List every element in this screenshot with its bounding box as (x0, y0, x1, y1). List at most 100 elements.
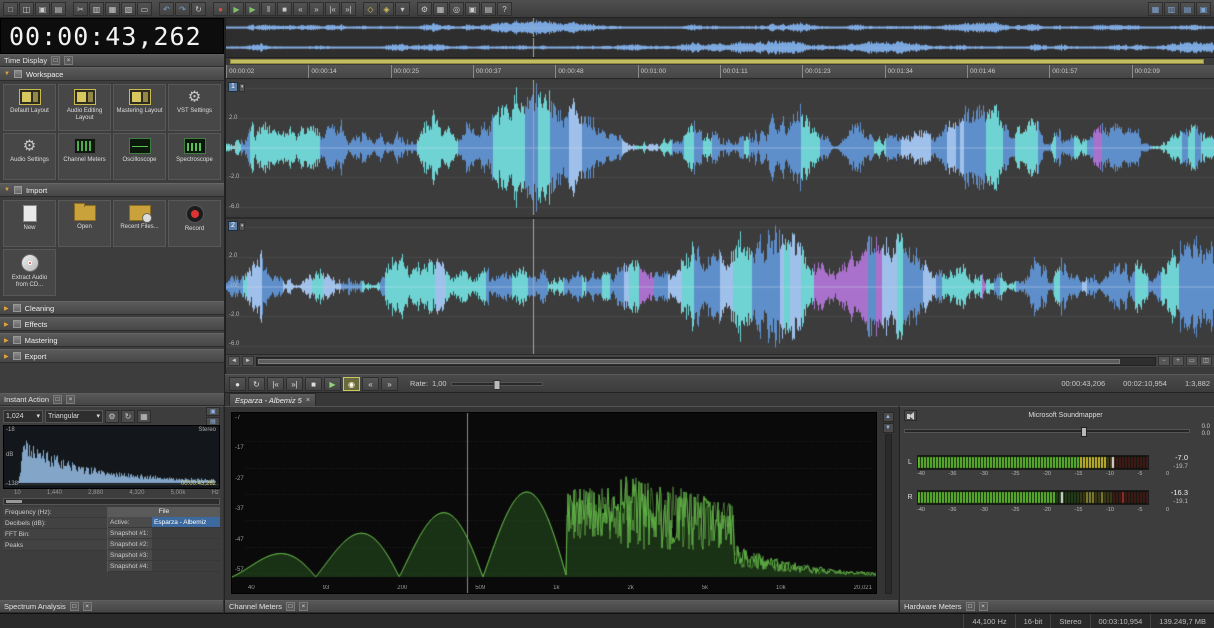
record-icon[interactable]: ● (213, 1, 228, 16)
zoom-out-level-icon[interactable]: ▭ (1186, 356, 1198, 366)
workspace-item[interactable]: Audio Settings (3, 133, 56, 180)
settings-gear-icon[interactable]: ⚙ (105, 409, 119, 423)
mix-icon[interactable]: ▧ (121, 1, 136, 16)
channel-2-badge[interactable]: 2 (228, 221, 238, 231)
import-item[interactable]: Record (168, 200, 221, 247)
rate-slider[interactable] (450, 379, 543, 390)
file-overview-strip[interactable] (225, 18, 1214, 58)
time-ruler[interactable]: 00:00:02 00:00:14 00:00:25 00:00:37 00:00:48… (226, 65, 1214, 79)
dock-icon[interactable]: □ (965, 602, 975, 611)
rewind-icon[interactable]: « (293, 1, 308, 16)
channel-1-menu-icon[interactable]: ▾ (238, 82, 246, 92)
channel-meters-scrollbar[interactable] (884, 434, 892, 594)
help-icon[interactable]: ? (497, 1, 512, 16)
workspace-item[interactable]: Mastering Layout (113, 84, 166, 131)
workspace-section-header[interactable]: ▼ Workspace (0, 67, 224, 81)
speaker-icon[interactable] (904, 410, 917, 421)
plugin-chainer-icon[interactable]: ▦ (433, 1, 448, 16)
workspace-item[interactable]: Default Layout (3, 84, 56, 131)
channel-1-badge[interactable]: 1 (228, 82, 238, 92)
collapsed-section-header[interactable]: ▶ Effects (0, 317, 224, 331)
volume-slider-thumb[interactable] (1081, 427, 1088, 438)
scrollbar-track[interactable] (256, 356, 1156, 366)
snapshot-row[interactable]: Snapshot #1: (108, 528, 220, 539)
record-button[interactable]: ● (229, 376, 246, 391)
zoom-in-level-icon[interactable]: ◫ (1200, 356, 1212, 366)
region-icon[interactable]: ◈ (379, 1, 394, 16)
display-mode-icon[interactable]: ▦ (137, 409, 151, 423)
workspace-item[interactable]: Spectroscope (168, 133, 221, 180)
channel-2-canvas[interactable] (226, 219, 1214, 354)
workspace-item[interactable]: VST Settings (168, 84, 221, 131)
collapsed-section-header[interactable]: ▶ Cleaning (0, 301, 224, 315)
workspace-item[interactable]: Audio Editing Layout (58, 84, 111, 131)
snapshot-row[interactable]: Snapshot #4: (108, 561, 220, 572)
close-icon[interactable]: × (64, 56, 74, 65)
snapshot-icon[interactable]: ▣ (206, 406, 220, 416)
dock-icon[interactable]: □ (69, 602, 79, 611)
channel-1-canvas[interactable] (226, 80, 1214, 215)
spectrum-scroll-slider[interactable] (3, 498, 220, 505)
redo-icon[interactable]: ↷ (175, 1, 190, 16)
cut-icon[interactable]: ✂ (73, 1, 88, 16)
close-icon[interactable]: × (82, 602, 92, 611)
cascade-windows-icon[interactable]: ▥ (1164, 1, 1179, 16)
play-all-icon[interactable]: ▶ (229, 1, 244, 16)
workspace-item[interactable]: Channel Meters (58, 133, 111, 180)
undo-icon[interactable]: ↶ (159, 1, 174, 16)
dock-icon[interactable]: □ (285, 602, 295, 611)
window-type-select[interactable]: Triangular ▾ (45, 409, 103, 423)
zoom-out-time-icon[interactable]: − (1158, 356, 1170, 366)
loop-playback-button[interactable]: ↻ (248, 376, 265, 391)
scale-up-icon[interactable]: ▲ (882, 412, 894, 422)
workspace-item[interactable]: Oscilloscope (113, 133, 166, 180)
output-volume-slider[interactable] (904, 427, 1190, 438)
drop-marker-icon[interactable]: ▾ (395, 1, 410, 16)
preferences-icon[interactable]: ▤ (481, 1, 496, 16)
collapsed-section-header[interactable]: ▶ Export (0, 349, 224, 363)
save-icon[interactable]: ▣ (35, 1, 50, 16)
close-all-icon[interactable]: ▣ (1196, 1, 1211, 16)
import-item[interactable]: Recent Files... (113, 200, 166, 247)
copy-icon[interactable]: ▥ (89, 1, 104, 16)
scale-down-icon[interactable]: ▼ (882, 423, 894, 433)
zoom-tool-icon[interactable]: ◎ (449, 1, 464, 16)
snapshot-row[interactable]: Snapshot #2: (108, 539, 220, 550)
go-to-end-icon[interactable]: »| (341, 1, 356, 16)
document-tab[interactable]: Esparza - Albemiz 5 × (229, 393, 316, 406)
tab-close-icon[interactable]: × (306, 397, 310, 404)
sync-refresh-icon[interactable]: ↻ (121, 409, 135, 423)
scrollbar-thumb[interactable] (258, 358, 1121, 364)
import-item[interactable]: Open (58, 200, 111, 247)
import-item[interactable]: New (3, 200, 56, 247)
forward-icon[interactable]: » (309, 1, 324, 16)
open-icon[interactable]: ◫ (19, 1, 34, 16)
tile-windows-icon[interactable]: ▤ (1180, 1, 1195, 16)
spectrum-scroll-thumb[interactable] (6, 500, 22, 503)
collapsed-section-header[interactable]: ▶ Mastering (0, 333, 224, 347)
repeat-icon[interactable]: ↻ (191, 1, 206, 16)
scroll-right-icon[interactable]: ► (242, 356, 254, 366)
import-section-header[interactable]: ▼ Import (0, 183, 224, 197)
close-icon[interactable]: × (66, 395, 76, 404)
go-to-start-icon[interactable]: |« (325, 1, 340, 16)
horizontal-scrollbar[interactable]: ◄ ► − + ▭ ◫ (226, 354, 1214, 367)
channel-2-menu-icon[interactable]: ▾ (238, 221, 246, 231)
script-editor-icon[interactable]: ▣ (465, 1, 480, 16)
paste-icon[interactable]: ▦ (105, 1, 120, 16)
channel-2-waveform[interactable]: 6.0 2.0 -Inf. -2.0 -6.0 2 ▾ (226, 217, 1214, 354)
properties-icon[interactable]: ▤ (51, 1, 66, 16)
scroll-left-icon[interactable]: ◄ (228, 356, 240, 366)
rewind-button[interactable]: « (362, 376, 379, 391)
close-icon[interactable]: × (298, 602, 308, 611)
zoom-in-time-icon[interactable]: + (1172, 356, 1184, 366)
close-icon[interactable]: × (978, 602, 988, 611)
scrub-button[interactable]: ◉ (343, 376, 360, 391)
loop-region-bar[interactable] (230, 59, 1204, 64)
snapshot-row[interactable]: Snapshot #3: (108, 550, 220, 561)
rate-slider-thumb[interactable] (493, 379, 501, 390)
import-item[interactable]: Extract Audio from CD... (3, 249, 56, 296)
overview-waveform-right[interactable] (226, 38, 1214, 57)
overview-waveform-left[interactable] (226, 18, 1214, 37)
play-button[interactable]: ▶ (324, 376, 341, 391)
